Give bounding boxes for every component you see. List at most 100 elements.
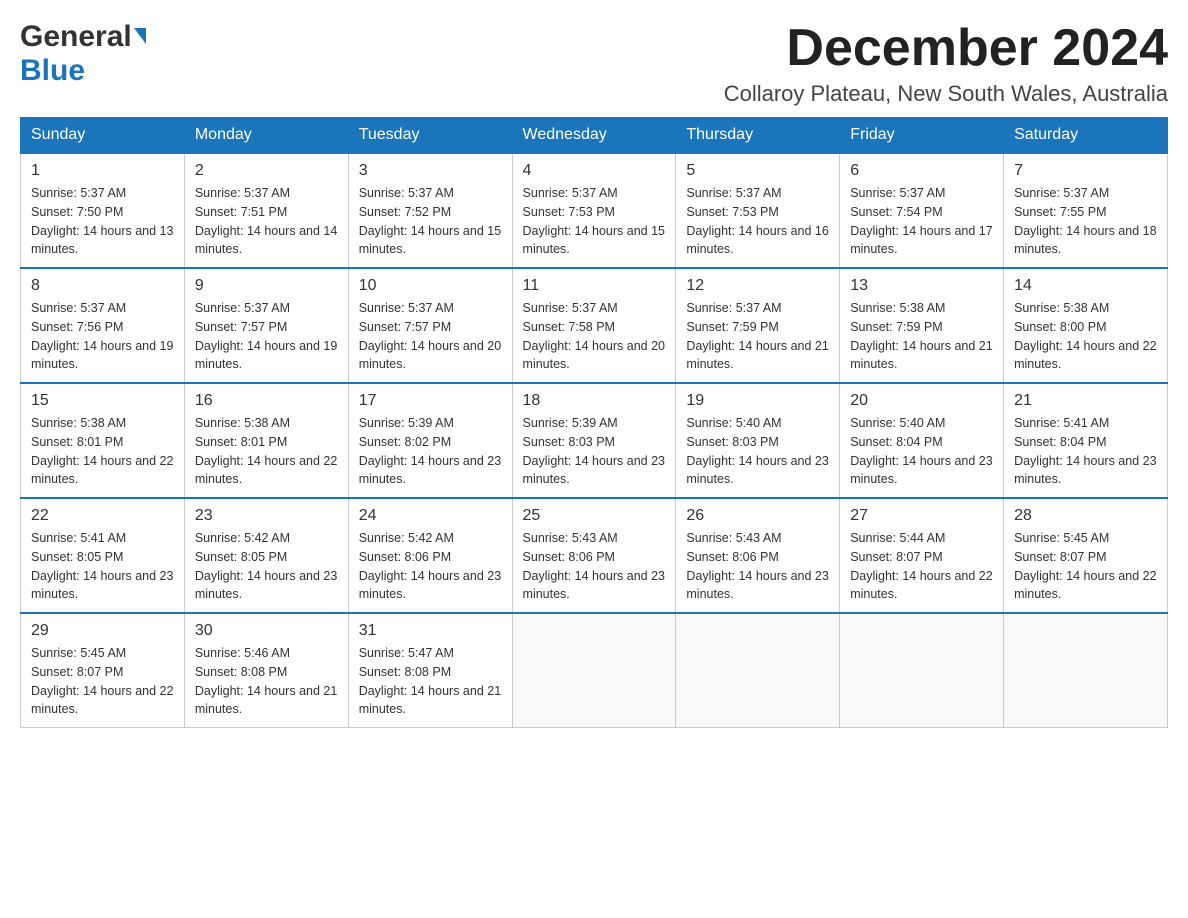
table-row: 20 Sunrise: 5:40 AMSunset: 8:04 PMDaylig… xyxy=(840,383,1004,498)
table-row: 2 Sunrise: 5:37 AMSunset: 7:51 PMDayligh… xyxy=(184,153,348,268)
table-row: 9 Sunrise: 5:37 AMSunset: 7:57 PMDayligh… xyxy=(184,268,348,383)
col-friday: Friday xyxy=(840,118,1004,154)
day-number: 9 xyxy=(195,277,338,295)
day-info: Sunrise: 5:37 AMSunset: 7:56 PMDaylight:… xyxy=(31,299,174,374)
table-row: 28 Sunrise: 5:45 AMSunset: 8:07 PMDaylig… xyxy=(1004,498,1168,613)
day-info: Sunrise: 5:45 AMSunset: 8:07 PMDaylight:… xyxy=(31,644,174,719)
day-number: 8 xyxy=(31,277,174,295)
day-info: Sunrise: 5:46 AMSunset: 8:08 PMDaylight:… xyxy=(195,644,338,719)
table-row: 16 Sunrise: 5:38 AMSunset: 8:01 PMDaylig… xyxy=(184,383,348,498)
day-info: Sunrise: 5:37 AMSunset: 7:51 PMDaylight:… xyxy=(195,184,338,259)
day-info: Sunrise: 5:47 AMSunset: 8:08 PMDaylight:… xyxy=(359,644,502,719)
day-info: Sunrise: 5:41 AMSunset: 8:05 PMDaylight:… xyxy=(31,529,174,604)
day-number: 17 xyxy=(359,392,502,410)
day-info: Sunrise: 5:37 AMSunset: 7:58 PMDaylight:… xyxy=(523,299,666,374)
table-row: 3 Sunrise: 5:37 AMSunset: 7:52 PMDayligh… xyxy=(348,153,512,268)
col-wednesday: Wednesday xyxy=(512,118,676,154)
table-row xyxy=(1004,613,1168,728)
table-row: 27 Sunrise: 5:44 AMSunset: 8:07 PMDaylig… xyxy=(840,498,1004,613)
logo: General Blue xyxy=(20,20,146,88)
day-info: Sunrise: 5:45 AMSunset: 8:07 PMDaylight:… xyxy=(1014,529,1157,604)
day-number: 22 xyxy=(31,507,174,525)
day-number: 13 xyxy=(850,277,993,295)
day-number: 5 xyxy=(686,162,829,180)
table-row: 7 Sunrise: 5:37 AMSunset: 7:55 PMDayligh… xyxy=(1004,153,1168,268)
day-number: 29 xyxy=(31,622,174,640)
table-row: 19 Sunrise: 5:40 AMSunset: 8:03 PMDaylig… xyxy=(676,383,840,498)
day-number: 18 xyxy=(523,392,666,410)
table-row: 25 Sunrise: 5:43 AMSunset: 8:06 PMDaylig… xyxy=(512,498,676,613)
day-number: 10 xyxy=(359,277,502,295)
day-number: 11 xyxy=(523,277,666,295)
col-monday: Monday xyxy=(184,118,348,154)
day-info: Sunrise: 5:37 AMSunset: 7:54 PMDaylight:… xyxy=(850,184,993,259)
calendar-table: Sunday Monday Tuesday Wednesday Thursday… xyxy=(20,117,1168,728)
day-number: 16 xyxy=(195,392,338,410)
day-info: Sunrise: 5:37 AMSunset: 7:59 PMDaylight:… xyxy=(686,299,829,374)
table-row: 11 Sunrise: 5:37 AMSunset: 7:58 PMDaylig… xyxy=(512,268,676,383)
table-row: 15 Sunrise: 5:38 AMSunset: 8:01 PMDaylig… xyxy=(21,383,185,498)
table-row: 6 Sunrise: 5:37 AMSunset: 7:54 PMDayligh… xyxy=(840,153,1004,268)
day-info: Sunrise: 5:38 AMSunset: 8:00 PMDaylight:… xyxy=(1014,299,1157,374)
day-info: Sunrise: 5:37 AMSunset: 7:50 PMDaylight:… xyxy=(31,184,174,259)
col-saturday: Saturday xyxy=(1004,118,1168,154)
day-info: Sunrise: 5:38 AMSunset: 8:01 PMDaylight:… xyxy=(31,414,174,489)
day-number: 25 xyxy=(523,507,666,525)
day-number: 23 xyxy=(195,507,338,525)
day-number: 4 xyxy=(523,162,666,180)
logo-general-text: General xyxy=(20,20,132,54)
calendar-week-2: 8 Sunrise: 5:37 AMSunset: 7:56 PMDayligh… xyxy=(21,268,1168,383)
day-number: 7 xyxy=(1014,162,1157,180)
day-info: Sunrise: 5:38 AMSunset: 8:01 PMDaylight:… xyxy=(195,414,338,489)
table-row: 8 Sunrise: 5:37 AMSunset: 7:56 PMDayligh… xyxy=(21,268,185,383)
month-title: December 2024 xyxy=(724,20,1168,77)
calendar-header-row: Sunday Monday Tuesday Wednesday Thursday… xyxy=(21,118,1168,154)
day-info: Sunrise: 5:40 AMSunset: 8:04 PMDaylight:… xyxy=(850,414,993,489)
table-row: 18 Sunrise: 5:39 AMSunset: 8:03 PMDaylig… xyxy=(512,383,676,498)
table-row: 10 Sunrise: 5:37 AMSunset: 7:57 PMDaylig… xyxy=(348,268,512,383)
day-info: Sunrise: 5:41 AMSunset: 8:04 PMDaylight:… xyxy=(1014,414,1157,489)
col-tuesday: Tuesday xyxy=(348,118,512,154)
col-thursday: Thursday xyxy=(676,118,840,154)
day-number: 31 xyxy=(359,622,502,640)
day-number: 3 xyxy=(359,162,502,180)
day-info: Sunrise: 5:38 AMSunset: 7:59 PMDaylight:… xyxy=(850,299,993,374)
day-info: Sunrise: 5:37 AMSunset: 7:53 PMDaylight:… xyxy=(523,184,666,259)
table-row: 17 Sunrise: 5:39 AMSunset: 8:02 PMDaylig… xyxy=(348,383,512,498)
day-number: 6 xyxy=(850,162,993,180)
table-row: 24 Sunrise: 5:42 AMSunset: 8:06 PMDaylig… xyxy=(348,498,512,613)
day-info: Sunrise: 5:42 AMSunset: 8:05 PMDaylight:… xyxy=(195,529,338,604)
table-row: 23 Sunrise: 5:42 AMSunset: 8:05 PMDaylig… xyxy=(184,498,348,613)
logo-blue-text: Blue xyxy=(20,54,85,88)
day-number: 28 xyxy=(1014,507,1157,525)
calendar-week-3: 15 Sunrise: 5:38 AMSunset: 8:01 PMDaylig… xyxy=(21,383,1168,498)
day-number: 26 xyxy=(686,507,829,525)
day-info: Sunrise: 5:43 AMSunset: 8:06 PMDaylight:… xyxy=(523,529,666,604)
table-row: 26 Sunrise: 5:43 AMSunset: 8:06 PMDaylig… xyxy=(676,498,840,613)
table-row: 12 Sunrise: 5:37 AMSunset: 7:59 PMDaylig… xyxy=(676,268,840,383)
day-info: Sunrise: 5:40 AMSunset: 8:03 PMDaylight:… xyxy=(686,414,829,489)
table-row: 22 Sunrise: 5:41 AMSunset: 8:05 PMDaylig… xyxy=(21,498,185,613)
day-info: Sunrise: 5:37 AMSunset: 7:55 PMDaylight:… xyxy=(1014,184,1157,259)
table-row xyxy=(512,613,676,728)
calendar-week-4: 22 Sunrise: 5:41 AMSunset: 8:05 PMDaylig… xyxy=(21,498,1168,613)
day-info: Sunrise: 5:37 AMSunset: 7:52 PMDaylight:… xyxy=(359,184,502,259)
day-number: 30 xyxy=(195,622,338,640)
day-number: 20 xyxy=(850,392,993,410)
table-row: 29 Sunrise: 5:45 AMSunset: 8:07 PMDaylig… xyxy=(21,613,185,728)
table-row: 5 Sunrise: 5:37 AMSunset: 7:53 PMDayligh… xyxy=(676,153,840,268)
table-row: 14 Sunrise: 5:38 AMSunset: 8:00 PMDaylig… xyxy=(1004,268,1168,383)
day-info: Sunrise: 5:39 AMSunset: 8:02 PMDaylight:… xyxy=(359,414,502,489)
day-info: Sunrise: 5:37 AMSunset: 7:53 PMDaylight:… xyxy=(686,184,829,259)
day-number: 14 xyxy=(1014,277,1157,295)
header: General Blue December 2024 Collaroy Plat… xyxy=(20,20,1168,107)
table-row xyxy=(840,613,1004,728)
title-area: December 2024 Collaroy Plateau, New Sout… xyxy=(724,20,1168,107)
table-row: 31 Sunrise: 5:47 AMSunset: 8:08 PMDaylig… xyxy=(348,613,512,728)
day-number: 1 xyxy=(31,162,174,180)
table-row: 4 Sunrise: 5:37 AMSunset: 7:53 PMDayligh… xyxy=(512,153,676,268)
day-info: Sunrise: 5:43 AMSunset: 8:06 PMDaylight:… xyxy=(686,529,829,604)
location-title: Collaroy Plateau, New South Wales, Austr… xyxy=(724,81,1168,107)
day-number: 27 xyxy=(850,507,993,525)
table-row: 13 Sunrise: 5:38 AMSunset: 7:59 PMDaylig… xyxy=(840,268,1004,383)
